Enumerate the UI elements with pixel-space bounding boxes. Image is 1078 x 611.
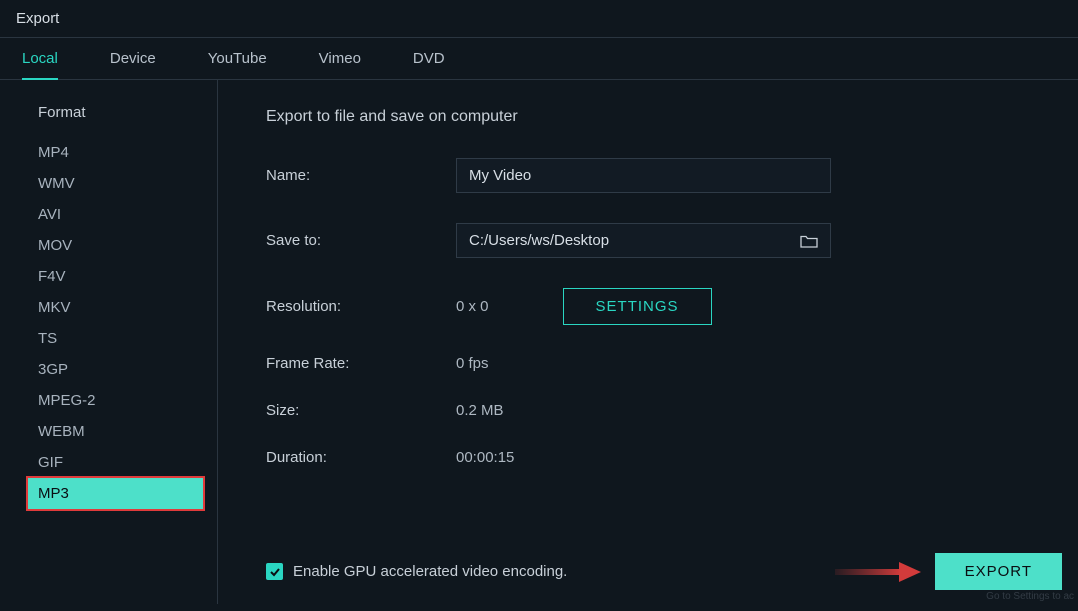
duration-value: 00:00:15: [456, 449, 514, 466]
name-label: Name:: [266, 167, 456, 184]
format-heading: Format: [0, 104, 217, 137]
saveto-label: Save to:: [266, 232, 456, 249]
gpu-checkbox[interactable]: [266, 563, 283, 580]
export-button[interactable]: EXPORT: [935, 553, 1062, 590]
format-item-avi[interactable]: AVI: [0, 199, 217, 230]
format-item-mpeg2[interactable]: MPEG-2: [0, 385, 217, 416]
tab-dvd[interactable]: DVD: [413, 38, 445, 79]
export-area: EXPORT: [835, 553, 1062, 590]
saveto-field: [456, 223, 831, 258]
tab-device[interactable]: Device: [110, 38, 156, 79]
format-item-wmv[interactable]: WMV: [0, 168, 217, 199]
size-label: Size:: [266, 402, 456, 419]
export-tabs: Local Device YouTube Vimeo DVD: [0, 38, 1078, 80]
framerate-label: Frame Rate:: [266, 355, 456, 372]
resolution-value: 0 x 0: [456, 298, 489, 315]
format-item-ts[interactable]: TS: [0, 323, 217, 354]
size-value: 0.2 MB: [456, 402, 504, 419]
tab-vimeo[interactable]: Vimeo: [319, 38, 361, 79]
panel-footer: Enable GPU accelerated video encoding. E…: [266, 553, 1062, 590]
format-item-f4v[interactable]: F4V: [0, 261, 217, 292]
format-item-webm[interactable]: WEBM: [0, 416, 217, 447]
export-panel: Export to file and save on computer Name…: [218, 80, 1078, 604]
resolution-label: Resolution:: [266, 298, 456, 315]
gpu-checkbox-row: Enable GPU accelerated video encoding.: [266, 563, 567, 580]
folder-icon[interactable]: [788, 234, 830, 248]
format-item-mp4[interactable]: MP4: [0, 137, 217, 168]
window-title: Export: [0, 0, 1078, 38]
name-input[interactable]: [456, 158, 831, 193]
watermark-text: Go to Settings to ac: [986, 591, 1074, 602]
format-item-mp3[interactable]: MP3: [28, 478, 203, 509]
tab-youtube[interactable]: YouTube: [208, 38, 267, 79]
arrow-icon: [835, 560, 923, 584]
tab-local[interactable]: Local: [22, 38, 58, 79]
panel-title: Export to file and save on computer: [266, 108, 1062, 126]
format-item-mov[interactable]: MOV: [0, 230, 217, 261]
framerate-value: 0 fps: [456, 355, 489, 372]
settings-button[interactable]: SETTINGS: [563, 288, 712, 325]
format-item-3gp[interactable]: 3GP: [0, 354, 217, 385]
format-sidebar: Format MP4 WMV AVI MOV F4V MKV TS 3GP MP…: [0, 80, 218, 604]
main-area: Format MP4 WMV AVI MOV F4V MKV TS 3GP MP…: [0, 80, 1078, 604]
format-item-gif[interactable]: GIF: [0, 447, 217, 478]
saveto-input[interactable]: [457, 224, 788, 257]
format-item-mkv[interactable]: MKV: [0, 292, 217, 323]
duration-label: Duration:: [266, 449, 456, 466]
gpu-checkbox-label: Enable GPU accelerated video encoding.: [293, 563, 567, 580]
